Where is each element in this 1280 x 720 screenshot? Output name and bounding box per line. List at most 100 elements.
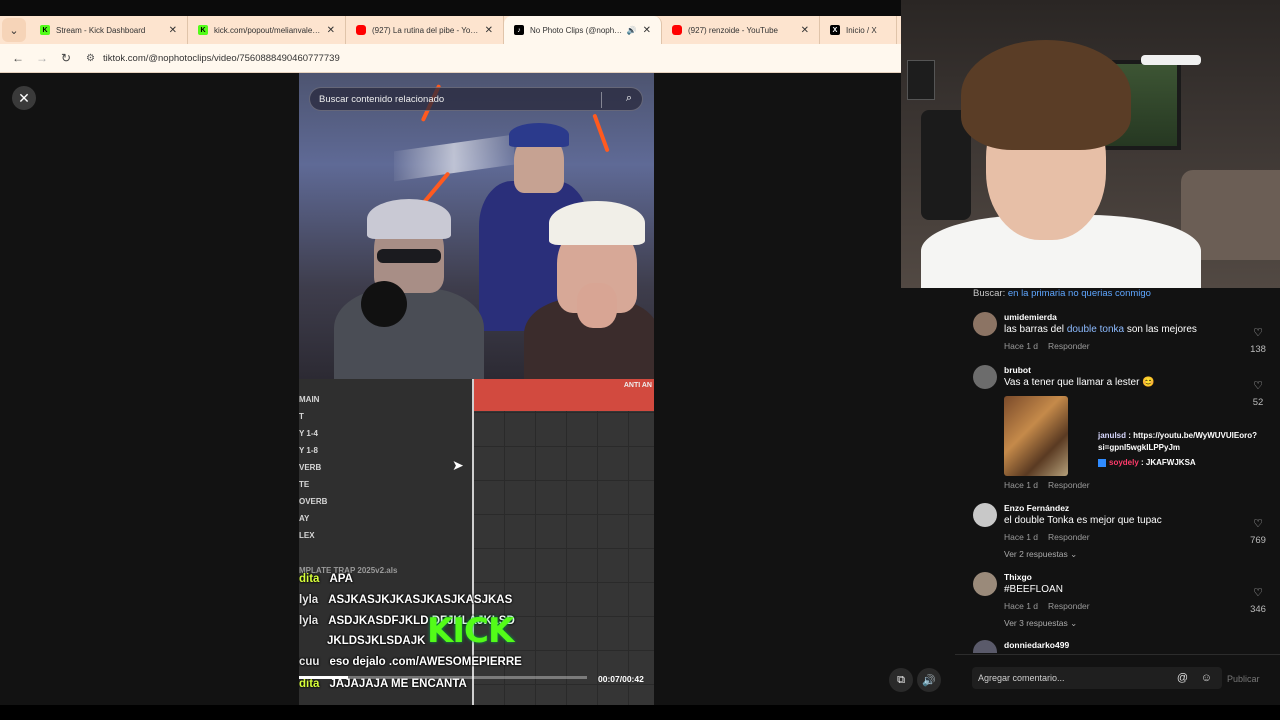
divider xyxy=(601,92,602,108)
stream-chat-line: lyla ASJKASJKJKASJKASJKASJKAS xyxy=(299,594,512,606)
badge-icon xyxy=(1098,458,1106,467)
video-progress-bar[interactable] xyxy=(299,676,587,679)
comment-time: Hace 1 d xyxy=(1004,601,1039,611)
daw-track-name: AY xyxy=(299,514,310,523)
browser-tab-3[interactable]: (927) La rutina del pibe - YouTu... ✕ xyxy=(346,16,504,44)
url-text: tiktok.com/@nophotoclips/video/756088849… xyxy=(102,52,340,64)
publish-button[interactable]: Publicar xyxy=(1227,674,1260,684)
tiktok-favicon-icon: ♪ xyxy=(514,25,524,35)
speaker-icon[interactable]: 🔊 xyxy=(627,26,637,35)
comment-user[interactable]: donniedarko499 xyxy=(1004,640,1069,650)
browser-tab-4-active[interactable]: ♪ No Photo Clips (@nophoto... 🔊 ✕ xyxy=(504,16,662,44)
kick-favicon-icon: K xyxy=(198,25,208,35)
comment-item: Thixgo #BEEFLOAN Hace 1 d Responder Ver 3… xyxy=(973,572,1273,632)
chat-user: cuu xyxy=(299,656,320,668)
reply-button[interactable]: Responder xyxy=(1048,341,1090,351)
tab-search-menu-icon[interactable]: ⌄ xyxy=(2,18,26,42)
browser-tab-2[interactable]: K kick.com/popout/melianvalen/... ✕ xyxy=(188,16,346,44)
site-info-icon[interactable]: ⚙ xyxy=(86,53,95,64)
mouse-cursor-icon: ➤ xyxy=(452,457,464,473)
person-shape xyxy=(377,249,441,263)
person-shape xyxy=(367,199,451,239)
close-tab-icon[interactable]: ✕ xyxy=(801,25,809,36)
stream-chat-line: dita APA xyxy=(299,573,353,585)
chat-text: JKAFWJKSA xyxy=(1145,458,1196,467)
tab-title: (927) renzoide - YouTube xyxy=(688,25,778,35)
webcam-feed xyxy=(901,0,1280,288)
comment-text: las barras del double tonka son las mejo… xyxy=(1004,324,1197,335)
heart-icon: ♡ xyxy=(1253,380,1263,392)
comment-image[interactable] xyxy=(1004,396,1068,476)
browser-tab-1[interactable]: K Stream - Kick Dashboard ✕ xyxy=(30,16,188,44)
comment-item: umidemierda las barras del double tonka … xyxy=(973,312,1273,355)
tab-title: (927) La rutina del pibe - YouTu... xyxy=(372,25,479,35)
avatar[interactable] xyxy=(973,312,997,336)
comment-meta: Hace 1 d Responder xyxy=(1004,532,1090,542)
mention-icon[interactable]: @ xyxy=(1177,672,1188,684)
close-tab-icon[interactable]: ✕ xyxy=(327,25,335,36)
like-button[interactable]: ♡ 769 xyxy=(1243,517,1273,548)
divider xyxy=(955,654,1280,655)
comment-user[interactable]: Thixgo xyxy=(1004,572,1032,582)
like-button[interactable]: ♡ 346 xyxy=(1243,586,1273,617)
close-tab-icon[interactable]: ✕ xyxy=(169,25,177,36)
stream-chat-line: soydely : JKAFWJKSA xyxy=(1098,457,1278,469)
avatar[interactable] xyxy=(973,572,997,596)
reply-button[interactable]: Responder xyxy=(1048,532,1090,542)
comment-text: #BEEFLOAN xyxy=(1004,584,1063,595)
view-replies-button[interactable]: Ver 2 respuestas ⌄ xyxy=(1004,549,1077,560)
like-count: 769 xyxy=(1250,535,1266,546)
url-field[interactable]: ⚙ tiktok.com/@nophotoclips/video/7560888… xyxy=(86,47,901,69)
close-tab-icon[interactable]: ✕ xyxy=(485,25,493,36)
search-icon[interactable]: ⌕ xyxy=(626,92,632,105)
comment-user[interactable]: brubot xyxy=(1004,365,1031,375)
video-progress-fill xyxy=(299,676,348,679)
reload-icon[interactable]: ↻ xyxy=(56,48,76,68)
avatar[interactable] xyxy=(973,365,997,389)
comment-text-part: son las mejores xyxy=(1124,324,1197,335)
search-query-link[interactable]: en la primaria no querias conmigo xyxy=(1008,288,1151,299)
add-comment-input[interactable]: Agregar comentario... @ ☺ xyxy=(972,667,1222,689)
chat-text: JKLDSJKLSDAJK xyxy=(327,635,426,647)
daw-track-name: T xyxy=(299,412,304,421)
comment-time: Hace 1 d xyxy=(1004,532,1039,542)
like-button[interactable]: ♡ 52 xyxy=(1243,379,1273,410)
close-tab-icon[interactable]: ✕ xyxy=(643,25,651,36)
like-count: 346 xyxy=(1250,604,1266,615)
back-arrow-icon[interactable]: ← xyxy=(8,48,28,68)
reply-button[interactable]: Responder xyxy=(1048,480,1090,490)
daw-clip-label: ANTI AN xyxy=(623,382,652,389)
daw-track-name: VERB xyxy=(299,463,322,472)
reply-button[interactable]: Responder xyxy=(1048,601,1090,611)
person-shape xyxy=(334,288,484,379)
close-video-button[interactable]: ✕ xyxy=(12,86,36,110)
volume-icon[interactable]: 🔊 xyxy=(917,668,941,692)
forward-arrow-icon[interactable]: → xyxy=(32,48,52,68)
browser-tab-6[interactable]: X Inicio / X xyxy=(820,16,897,44)
pip-icon[interactable]: ⧉ xyxy=(889,668,913,692)
related-search-placeholder: Buscar contenido relacionado xyxy=(319,93,445,105)
chat-text: JAJAJAJA ME ENCANTA xyxy=(329,678,467,690)
person-hair xyxy=(961,40,1131,150)
stream-chat-line: dita JAJAJAJA ME ENCANTA xyxy=(299,678,467,690)
comment-user[interactable]: umidemierda xyxy=(1004,312,1057,322)
studio-scene: Buscar contenido relacionado ⌕ xyxy=(299,73,654,379)
comment-search-hint[interactable]: Buscar: en la primaria no querias conmig… xyxy=(973,288,1151,299)
view-replies-button[interactable]: Ver 3 respuestas ⌄ xyxy=(1004,618,1077,629)
daw-clip: ANTI AN xyxy=(473,379,654,411)
emoji-icon[interactable]: ☺ xyxy=(1201,672,1212,684)
avatar[interactable] xyxy=(973,640,997,653)
comment-text-part: las barras del xyxy=(1004,324,1067,335)
video-time: 00:07/00:42 xyxy=(598,674,644,684)
avatar[interactable] xyxy=(973,503,997,527)
comment-time: Hace 1 d xyxy=(1004,480,1039,490)
like-button[interactable]: ♡ 138 xyxy=(1243,326,1273,357)
hand-shape xyxy=(577,283,617,328)
browser-tab-5[interactable]: (927) renzoide - YouTube ✕ xyxy=(662,16,820,44)
related-search-input[interactable]: Buscar contenido relacionado ⌕ xyxy=(309,87,643,111)
lamp xyxy=(1141,55,1201,65)
video-player[interactable]: Buscar contenido relacionado ⌕ ANTI AN M… xyxy=(299,73,654,705)
comment-highlight-link[interactable]: double tonka xyxy=(1067,324,1124,335)
comment-user[interactable]: Enzo Fernández xyxy=(1004,503,1069,513)
comment-text: el double Tonka es mejor que tupac xyxy=(1004,515,1162,526)
